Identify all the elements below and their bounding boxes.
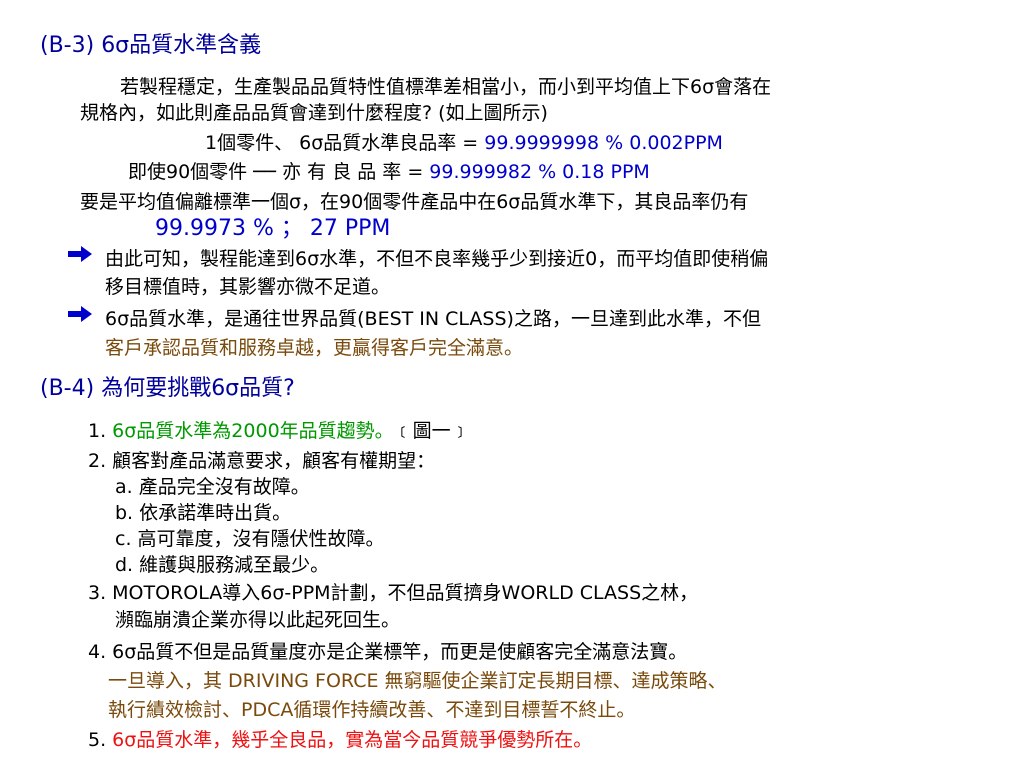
b4-item-2b: b. 依承諾準時出貨。 [115, 502, 292, 524]
b4-item-5-text: 6σ品質水準，幾乎全良品，實為當今品質競爭優勢所在。 [112, 729, 593, 751]
b3-bullet-2-line-1: 6σ品質水準，是通往世界品質(BEST IN CLASS)之路，一旦達到此水準，… [105, 308, 761, 330]
b3-yield-2-label: 即使90個零件 ── 亦 有 良 品 率 = [128, 161, 430, 183]
b3-bullet-1-line-1: 由此可知，製程能達到6σ水準，不但不良率幾乎少到接近0，而平均值即使稍偏 [105, 248, 769, 270]
b4-item-4-line-2: 一旦導入，其 DRIVING FORCE 無窮驅使企業訂定長期目標、達成策略、 [108, 669, 727, 693]
b4-item-3-line-2: 瀕臨崩潰企業亦得以此起死回生。 [115, 609, 401, 631]
b3-paragraph-line-2: 規格內，如此則產品品質會達到什麼程度? (如上圖所示) [80, 102, 548, 124]
b4-item-1-number: 1. [88, 420, 113, 442]
section-b4-heading: (B-4) 為何要挑戰6σ品質? [40, 375, 295, 403]
b4-item-4-driving-force: 一旦導入，其 DRIVING FORCE [108, 670, 385, 692]
b4-item-1-note: ﹝圖一﹞ [393, 420, 470, 442]
b3-yield-2-value: 99.999982 % 0.18 PPM [429, 161, 650, 183]
b4-item-3-line-1: 3. MOTOROLA導入6σ-PPM計劃，不但品質擠身WORLD CLASS之… [88, 582, 699, 604]
b4-item-4-line-3: 執行績效檢討、PDCA循環作持續改善、不達到目標誓不終止。 [108, 699, 636, 721]
section-b3-heading: (B-3) 6σ品質水準含義 [40, 33, 262, 58]
b3-yield-line-1: 1個零件、 6σ品質水準良品率 = 99.9999998 % 0.002PPM [205, 131, 723, 155]
b3-yield-1-value: 99.9999998 % 0.002PPM [484, 132, 723, 154]
b4-item-1: 1. 6σ品質水準為2000年品質趨勢。﹝圖一﹞ [88, 419, 470, 443]
b3-paragraph-line-1: 若製程穩定，生產製品品質特性值標準差相當小，而小到平均值上下6σ會落在 [120, 76, 772, 98]
b4-item-5-number: 5. [88, 729, 113, 751]
b4-item-5: 5. 6σ品質水準，幾乎全良品，實為當今品質競爭優勢所在。 [88, 728, 592, 752]
b4-heading-text: 為何要挑戰6σ品質? [101, 376, 295, 401]
b3-bullet-2-line-2: 客戶承認品質和服務卓越，更贏得客戶完全滿意。 [105, 337, 524, 359]
b3-shift-line: 要是平均值偏離標準一個σ，在90個零件產品中在6σ品質水準下，其良品率仍有 [80, 191, 749, 213]
b4-item-2a: a. 產品完全沒有故障。 [115, 476, 310, 498]
b3-shift-value: 99.9973 % ； 27 PPM [155, 216, 391, 241]
b3-yield-line-2: 即使90個零件 ── 亦 有 良 品 率 = 99.999982 % 0.18 … [128, 160, 650, 184]
b4-item-2d: d. 維護與服務減至最少。 [115, 554, 330, 576]
arrow-right-icon [68, 306, 92, 322]
b4-heading-prefix: (B-4) [40, 376, 102, 401]
b4-item-4-line-1: 4. 6σ品質不但是品質量度亦是企業標竿，而更是使顧客完全滿意法寶。 [88, 641, 688, 663]
b4-item-4-line-2-rest: 無窮驅使企業訂定長期目標、達成策略、 [384, 670, 727, 692]
b4-item-2: 2. 顧客對產品滿意要求，顧客有權期望： [88, 450, 436, 472]
b3-bullet-1-line-2: 移目標值時，其影響亦微不足道。 [105, 276, 391, 298]
b4-item-1-text: 6σ品質水準為2000年品質趨勢。 [112, 420, 394, 442]
arrow-right-icon [68, 246, 92, 262]
b4-item-2c: c. 高可靠度，沒有隱伏性故障。 [115, 528, 385, 550]
b3-yield-1-label: 1個零件、 6σ品質水準良品率 = [205, 132, 485, 154]
